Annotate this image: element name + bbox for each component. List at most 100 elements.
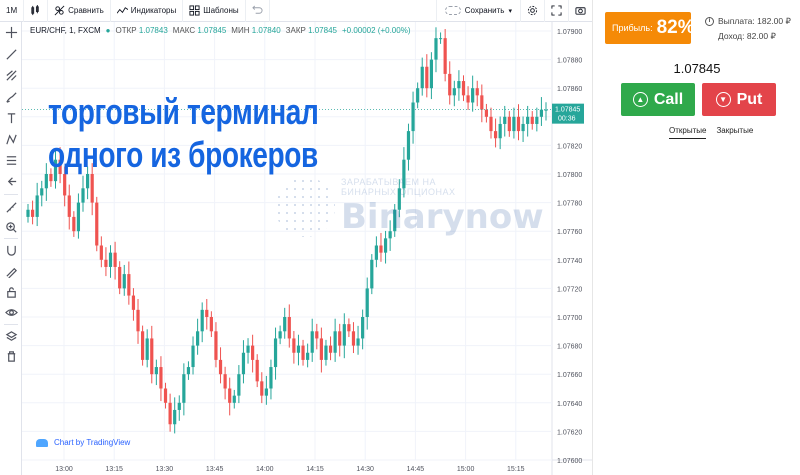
x-tick-label: 15:00	[457, 466, 475, 473]
fullscreen-button[interactable]	[545, 0, 569, 22]
candle-body	[429, 59, 433, 89]
candle-body	[67, 195, 71, 217]
candle-body	[425, 66, 429, 89]
candle-body	[328, 345, 333, 353]
candle-body	[205, 309, 209, 317]
candle-body	[420, 66, 424, 89]
save-button[interactable]: Сохранить ▾	[435, 0, 520, 22]
candle-body	[374, 245, 378, 260]
tradingview-credit[interactable]: Chart by TradingView	[36, 438, 130, 447]
put-button[interactable]: ▼ Put	[702, 83, 776, 116]
back-tool[interactable]	[3, 173, 19, 189]
candle-body	[466, 95, 470, 103]
compare-icon	[54, 5, 65, 16]
candle-body	[209, 317, 213, 332]
trades-tabs: Открытые Закрытые	[669, 126, 753, 139]
stay-in-draw-tool[interactable]	[3, 263, 19, 279]
candle-body	[530, 116, 534, 124]
settings-button[interactable]	[520, 0, 545, 22]
measure-tool[interactable]	[3, 152, 19, 168]
candle-body	[361, 317, 365, 339]
magnet-tool[interactable]	[3, 242, 19, 258]
candle-body	[214, 331, 218, 360]
call-button[interactable]: ▲ Call	[621, 83, 695, 116]
candle-body	[493, 131, 498, 139]
compare-button[interactable]: Сравнить	[48, 0, 111, 22]
chevron-down-icon: ▼	[715, 92, 731, 107]
countdown-label: 00:36	[558, 116, 576, 123]
screenshot-button[interactable]	[569, 0, 592, 22]
ruler-tool[interactable]	[3, 199, 19, 215]
x-tick-label: 14:30	[356, 466, 374, 473]
interval-label: 1М	[6, 6, 18, 15]
templates-icon	[189, 5, 200, 16]
tab-open[interactable]: Открытые	[669, 126, 707, 139]
candle-body	[44, 174, 48, 189]
legend-symbol: EUR/CHF, 1, FXCM	[30, 26, 101, 35]
candle-body	[168, 402, 172, 425]
candle-body	[475, 88, 479, 96]
candle-body	[232, 395, 236, 403]
legend-low-value: 1.07840	[251, 26, 281, 35]
candle-body	[108, 252, 113, 267]
candle-body	[471, 88, 475, 103]
fork-icon	[5, 69, 17, 81]
last-price-label: 1.07845	[555, 107, 580, 114]
delete-tool[interactable]	[3, 348, 19, 364]
text-tool[interactable]	[3, 110, 19, 126]
candle-body	[186, 367, 191, 375]
y-tick-label: 1.07660	[557, 372, 582, 379]
candle-body	[182, 374, 186, 403]
indicators-button[interactable]: Индикаторы	[111, 0, 184, 22]
magnet-icon	[6, 245, 16, 256]
price-chart[interactable]: 1.07900 1.07880 1.07860 1.07840 1.07820 1.078…	[22, 22, 592, 475]
candle-body	[507, 116, 511, 132]
candle-body	[306, 352, 310, 360]
fib-tool[interactable]	[3, 67, 19, 83]
x-tick-label: 13:45	[206, 466, 224, 473]
templates-button[interactable]: Шаблоны	[183, 0, 246, 22]
candle-body	[287, 317, 291, 339]
y-tick-label: 1.07720	[557, 286, 582, 293]
crosshair-tool[interactable]	[3, 24, 19, 40]
candle-body	[347, 324, 351, 332]
x-tick-label: 13:15	[105, 466, 123, 473]
info-icon[interactable]: i	[705, 17, 714, 26]
legend-low-label: МИН	[231, 26, 250, 35]
current-price: 1.07845	[673, 61, 721, 76]
candle-body	[218, 359, 223, 375]
candle-body	[72, 216, 76, 232]
candle-body	[228, 388, 232, 403]
y-tick-label: 1.07640	[557, 401, 582, 408]
trendline-tool[interactable]	[3, 46, 19, 62]
candle-body	[191, 345, 195, 368]
zoom-tool[interactable]	[3, 219, 19, 235]
legend-close-value: 1.07845	[308, 26, 337, 35]
candle-body	[342, 324, 346, 346]
candle-body	[438, 38, 443, 40]
measure-icon	[6, 155, 16, 165]
y-tick-label: 1.07760	[557, 229, 582, 236]
chart-type-button[interactable]	[24, 0, 49, 22]
lock-tool[interactable]	[3, 284, 19, 300]
pattern-tool[interactable]	[3, 131, 19, 147]
profit-label: Прибыль:	[612, 23, 653, 33]
candle-body	[283, 317, 287, 332]
tab-closed[interactable]: Закрытые	[716, 126, 753, 139]
visibility-tool[interactable]	[3, 304, 19, 320]
candle-body	[131, 295, 136, 310]
caption-line-2: одного из брокеров	[48, 134, 318, 175]
candle-body	[333, 331, 337, 353]
candle-body	[196, 331, 200, 346]
undo-button[interactable]	[246, 0, 270, 22]
brush-tool[interactable]	[3, 89, 19, 105]
interval-button[interactable]: 1М	[0, 0, 25, 22]
layers-tool[interactable]	[3, 328, 19, 344]
templates-label: Шаблоны	[203, 6, 239, 15]
indicators-label: Индикаторы	[130, 6, 177, 15]
tradingview-cloud-icon	[36, 438, 48, 447]
candle-body	[452, 88, 456, 96]
indicators-icon	[116, 7, 128, 14]
candle-body	[269, 367, 273, 389]
pattern-icon	[5, 133, 17, 144]
